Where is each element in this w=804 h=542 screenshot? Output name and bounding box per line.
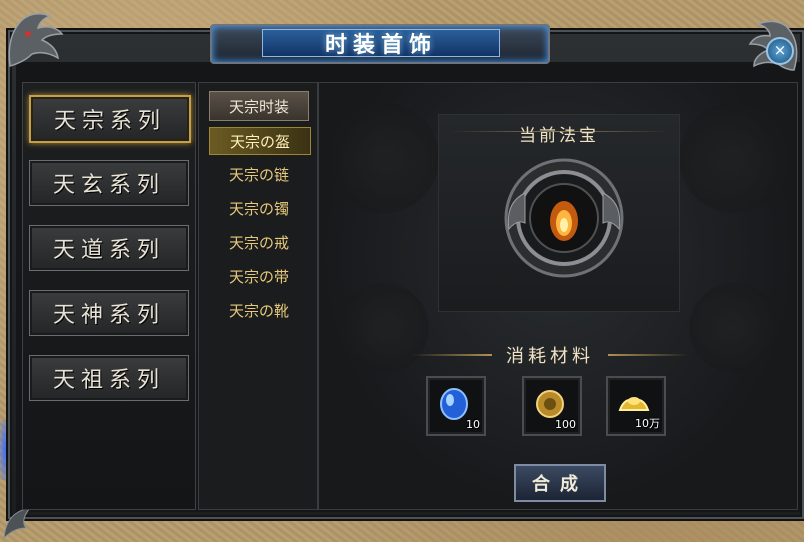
materials-title: 消耗材料 bbox=[506, 346, 594, 367]
item-category-panel: 天宗时装 天宗の盔 天宗の链 天宗の镯 天宗の戒 天宗の带 天宗の靴 bbox=[198, 82, 318, 510]
item-ring[interactable]: 天宗の戒 bbox=[209, 229, 309, 255]
dragon-ornament-icon bbox=[8, 13, 64, 67]
material-count: 10万 bbox=[635, 417, 660, 430]
material-slot-ingot[interactable]: 10万 bbox=[606, 376, 666, 436]
series-button-tianxuan[interactable]: 天玄系列 bbox=[29, 160, 189, 206]
materials-header: 消耗材料 bbox=[412, 342, 688, 367]
item-label: 天宗の带 bbox=[228, 267, 289, 286]
series-label: 天祖系列 bbox=[52, 368, 165, 393]
material-count: 100 bbox=[555, 418, 576, 431]
series-button-tianshen[interactable]: 天神系列 bbox=[29, 290, 189, 336]
series-panel: 天宗系列 天玄系列 天道系列 天神系列 天祖系列 bbox=[22, 82, 196, 510]
item-label: 天宗の盔 bbox=[229, 132, 290, 151]
flame-gem-icon[interactable] bbox=[499, 153, 629, 283]
window-title: 时装首饰 bbox=[324, 32, 437, 58]
craft-button[interactable]: 合成 bbox=[514, 464, 606, 502]
item-bracelet[interactable]: 天宗の镯 bbox=[209, 195, 309, 221]
close-button[interactable]: × bbox=[766, 37, 794, 65]
series-label: 天宗系列 bbox=[53, 109, 166, 134]
series-label: 天神系列 bbox=[52, 303, 165, 328]
category-header-label: 天宗时装 bbox=[228, 97, 289, 116]
material-slot-crystal[interactable]: 10 bbox=[426, 376, 486, 436]
craft-label: 合成 bbox=[532, 474, 588, 495]
series-label: 天玄系列 bbox=[52, 173, 165, 198]
current-treasure-box: 当前法宝 bbox=[438, 114, 680, 312]
series-button-tianzu[interactable]: 天祖系列 bbox=[29, 355, 189, 401]
series-button-tianzong[interactable]: 天宗系列 bbox=[29, 95, 191, 143]
blue-crystal-icon bbox=[440, 388, 468, 420]
item-necklace[interactable]: 天宗の链 bbox=[209, 161, 309, 187]
gold-coin-icon bbox=[536, 390, 564, 418]
item-label: 天宗の戒 bbox=[228, 233, 289, 252]
category-header[interactable]: 天宗时装 bbox=[209, 91, 309, 121]
series-label: 天道系列 bbox=[52, 238, 165, 263]
item-boots[interactable]: 天宗の靴 bbox=[209, 297, 309, 323]
item-belt[interactable]: 天宗の带 bbox=[209, 263, 309, 289]
item-label: 天宗の镯 bbox=[228, 199, 289, 218]
relief-ornament bbox=[689, 283, 779, 373]
title-plate: 时装首饰 bbox=[262, 29, 500, 58]
relief-ornament bbox=[679, 103, 789, 213]
treasure-title: 当前法宝 bbox=[519, 126, 599, 146]
item-helmet[interactable]: 天宗の盔 bbox=[209, 127, 311, 155]
item-label: 天宗の靴 bbox=[228, 301, 289, 320]
relief-ornament bbox=[329, 103, 439, 213]
material-slot-coin[interactable]: 100 bbox=[522, 376, 582, 436]
series-button-tiandao[interactable]: 天道系列 bbox=[29, 225, 189, 271]
title-bar: 时装首饰 bbox=[210, 24, 550, 64]
item-label: 天宗の链 bbox=[228, 165, 289, 184]
material-count: 10 bbox=[466, 418, 480, 431]
